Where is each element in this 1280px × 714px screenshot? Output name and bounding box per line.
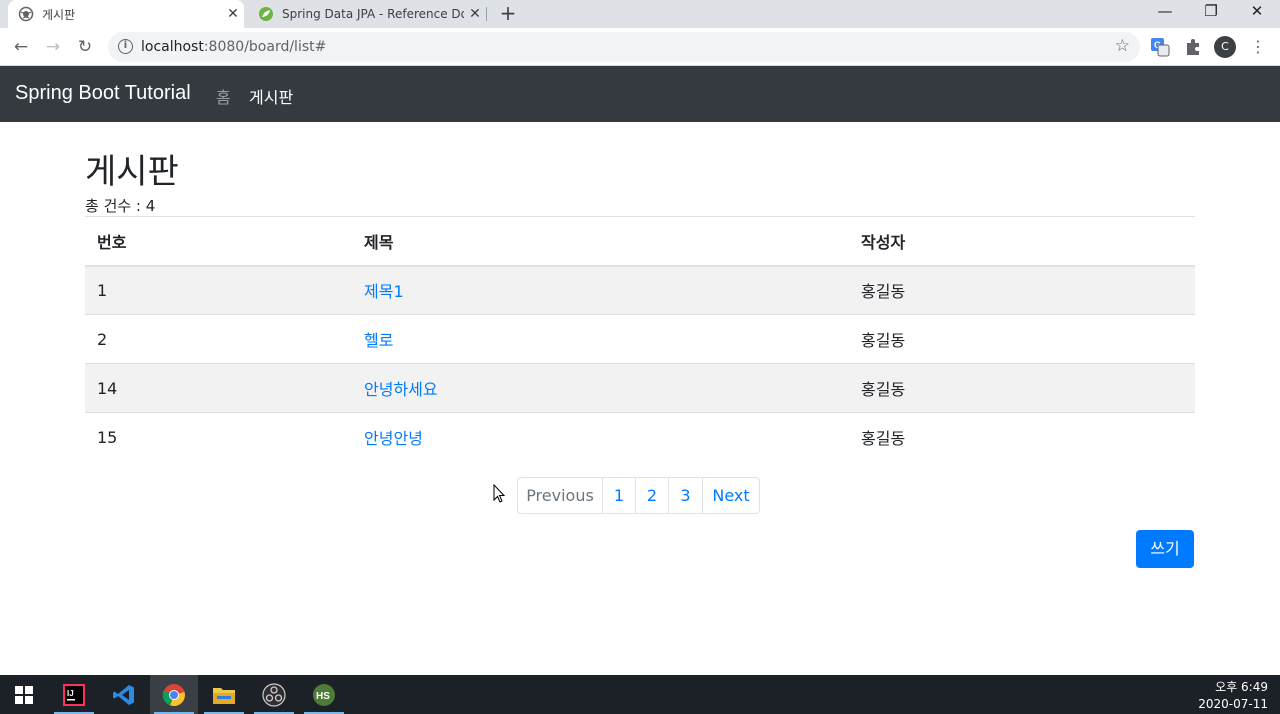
windows-start-icon[interactable]: [0, 675, 48, 714]
globe-icon: [18, 6, 34, 22]
info-icon[interactable]: i: [118, 39, 133, 54]
back-icon[interactable]: ←: [10, 36, 32, 58]
row-author: 홍길동: [849, 265, 1195, 315]
browser-tab-strip: 게시판 ✕ Spring Data JPA - Reference Do ✕ +…: [0, 0, 1280, 28]
pagination: Previous 1 2 3 Next: [517, 477, 760, 514]
row-title-cell: 제목1: [352, 265, 849, 315]
reload-icon[interactable]: ↻: [74, 36, 96, 58]
nav-link-home[interactable]: 홈: [216, 84, 231, 108]
svg-text:HS: HS: [316, 691, 330, 702]
row-number: 2: [85, 314, 352, 364]
pagination-page-3[interactable]: 3: [668, 477, 703, 514]
row-author: 홍길동: [849, 314, 1195, 364]
translate-icon[interactable]: G: [1150, 37, 1170, 57]
tab-title: 게시판: [42, 7, 76, 22]
new-tab-icon[interactable]: +: [496, 2, 520, 26]
pagination-page-1[interactable]: 1: [602, 477, 636, 514]
vscode-icon[interactable]: [100, 675, 148, 714]
header-title: 제목: [352, 216, 849, 267]
close-tab-icon[interactable]: ✕: [464, 6, 486, 22]
url-text: localhost:8080/board/list#: [141, 39, 326, 55]
row-title-link[interactable]: 안녕안녕: [364, 429, 423, 448]
row-title-cell: 헬로: [352, 314, 849, 364]
tab-separator: [486, 7, 487, 21]
bookmark-star-icon[interactable]: ☆: [1115, 36, 1130, 56]
row-number: 14: [85, 363, 352, 413]
file-explorer-icon[interactable]: [200, 675, 248, 714]
header-author: 작성자: [849, 216, 1195, 267]
pagination-page-2[interactable]: 2: [635, 477, 669, 514]
windows-taskbar: IJ HS 오후 6:49 2020-07-11: [0, 675, 1280, 714]
extensions-puzzle-icon[interactable]: [1183, 37, 1203, 57]
row-number: 1: [85, 265, 352, 315]
obs-icon[interactable]: [250, 675, 298, 714]
spring-leaf-icon: [259, 7, 273, 21]
row-author: 홍길동: [849, 363, 1195, 413]
row-title-link[interactable]: 안녕하세요: [364, 380, 438, 399]
table-row: 15 안녕안녕 홍길동: [85, 412, 1195, 462]
nav-link-board[interactable]: 게시판: [249, 84, 293, 108]
minimize-icon[interactable]: —: [1142, 0, 1188, 28]
address-bar[interactable]: i localhost:8080/board/list# ☆: [108, 32, 1140, 62]
menu-icon[interactable]: ⋮: [1250, 36, 1266, 58]
header-number: 번호: [85, 216, 352, 267]
taskbar-clock[interactable]: 오후 6:49 2020-07-11: [1198, 679, 1268, 713]
row-number: 15: [85, 412, 352, 462]
pagination-next[interactable]: Next: [702, 477, 760, 514]
clock-date: 2020-07-11: [1198, 697, 1268, 711]
browser-tab-active[interactable]: 게시판 ✕: [8, 0, 244, 28]
row-title-cell: 안녕안녕: [352, 412, 849, 462]
hs-app-icon[interactable]: HS: [300, 675, 348, 714]
browser-tab-inactive[interactable]: Spring Data JPA - Reference Do ✕: [250, 0, 486, 28]
profile-avatar[interactable]: C: [1214, 36, 1236, 58]
table-row: 1 제목1 홍길동: [85, 265, 1195, 315]
close-tab-icon[interactable]: ✕: [222, 6, 244, 22]
table-row: 14 안녕하세요 홍길동: [85, 363, 1195, 413]
write-button[interactable]: 쓰기: [1136, 530, 1194, 568]
table-header-row: 번호 제목 작성자: [85, 216, 1195, 267]
intellij-icon[interactable]: IJ: [50, 675, 98, 714]
total-count: 총 건수 : 4: [85, 197, 156, 215]
mouse-cursor-icon: [493, 484, 506, 503]
pagination-previous[interactable]: Previous: [517, 477, 603, 514]
browser-toolbar: ← → ↻ i localhost:8080/board/list# ☆ G: [0, 28, 1280, 66]
row-title-cell: 안녕하세요: [352, 363, 849, 413]
url-host: localhost: [141, 39, 204, 55]
navbar-brand[interactable]: Spring Boot Tutorial: [15, 82, 191, 105]
table-row: 2 헬로 홍길동: [85, 314, 1195, 364]
clock-time: 오후 6:49: [1215, 680, 1268, 694]
row-title-link[interactable]: 제목1: [364, 282, 404, 301]
top-navbar: Spring Boot Tutorial 홈 게시판: [0, 66, 1280, 122]
close-window-icon[interactable]: ✕: [1234, 0, 1280, 28]
restore-icon[interactable]: ❐: [1188, 0, 1234, 28]
page-title: 게시판: [85, 152, 179, 192]
url-path: :8080/board/list#: [203, 39, 327, 55]
row-title-link[interactable]: 헬로: [364, 331, 393, 350]
board-table: 번호 제목 작성자 1 제목1 홍길동 2 헬로 홍길동 14 안녕하세요 홍길…: [85, 216, 1195, 462]
forward-icon[interactable]: →: [42, 36, 64, 58]
svg-text:IJ: IJ: [67, 689, 74, 698]
row-author: 홍길동: [849, 412, 1195, 462]
chrome-icon[interactable]: [150, 675, 198, 714]
tab-title: Spring Data JPA - Reference Do: [282, 7, 464, 21]
